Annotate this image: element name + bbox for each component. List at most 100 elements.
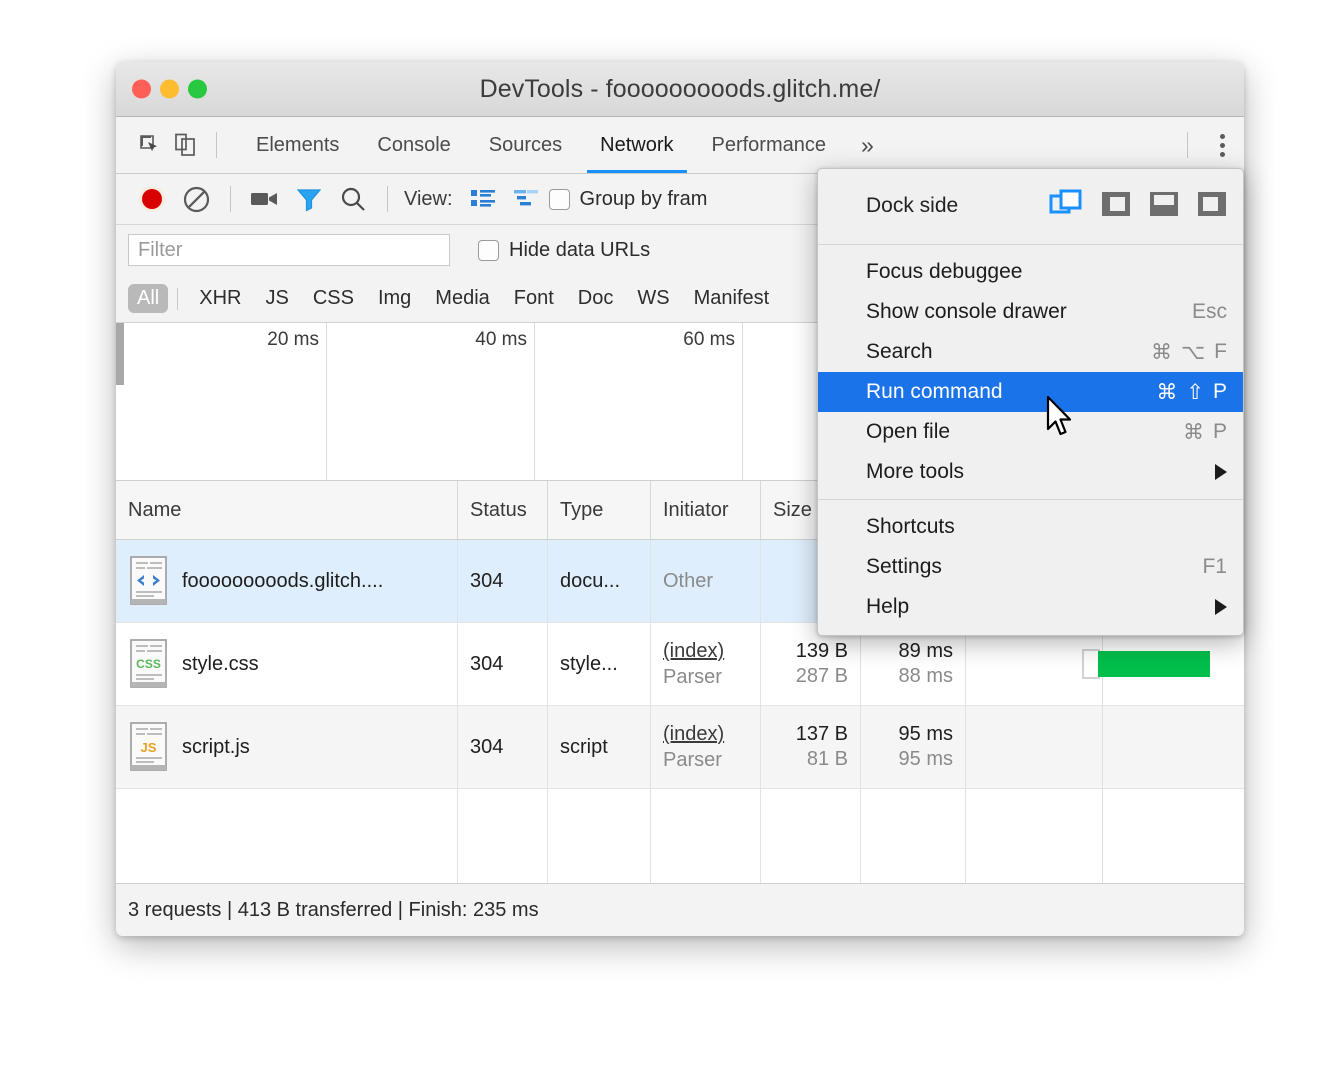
undock-into-separate-window-icon[interactable] (1049, 189, 1083, 224)
overview-tick-label: 40 ms (475, 329, 527, 351)
type-filter-media[interactable]: Media (435, 287, 489, 310)
accel-key: P (1213, 420, 1227, 444)
submenu-arrow-icon (1215, 599, 1227, 615)
submenu-arrow-icon (1215, 464, 1227, 480)
hide-data-urls-checkbox[interactable] (478, 240, 499, 261)
table-row[interactable]: JS script.js 304 script (index) Parser 1… (116, 706, 1244, 789)
overview-tick: 60 ms (534, 323, 743, 480)
time-secondary: 95 ms (899, 747, 953, 772)
filter-icon[interactable] (287, 182, 331, 216)
filter-input[interactable]: Filter (128, 234, 450, 266)
cell-initiator[interactable]: (index) Parser (651, 623, 761, 705)
tab-label: Sources (489, 134, 562, 157)
main-context-menu: Dock side (817, 168, 1244, 636)
record-button-icon[interactable] (130, 182, 174, 216)
window-traffic-lights (132, 80, 207, 99)
close-button[interactable] (132, 80, 151, 99)
device-toolbar-icon[interactable] (168, 128, 204, 162)
overview-tick-label: 20 ms (267, 329, 319, 351)
accel-key: F (1214, 340, 1227, 364)
group-by-frame-checkbox[interactable] (549, 189, 570, 210)
type-filter-js[interactable]: JS (265, 287, 288, 310)
tabstrip-right-group (1175, 117, 1244, 173)
cell-name[interactable]: CSS style.css (116, 623, 458, 705)
menu-item-settings[interactable]: Settings F1 (818, 547, 1243, 587)
menu-divider (818, 244, 1243, 245)
menu-item-label: Open file (866, 420, 1183, 444)
tab-elements[interactable]: Elements (237, 117, 358, 173)
group-by-frame-label: Group by fram (580, 188, 708, 211)
type-filter-css[interactable]: CSS (313, 287, 354, 310)
clear-button-icon[interactable] (174, 182, 218, 216)
column-header-status[interactable]: Status (458, 481, 548, 539)
camera-icon[interactable] (243, 182, 287, 216)
toolbar-divider (216, 132, 217, 158)
menu-item-help[interactable]: Help (818, 587, 1243, 627)
table-empty-area (116, 789, 1244, 885)
dock-side-options (1049, 189, 1227, 224)
dock-side-row: Dock side (818, 175, 1243, 237)
dock-to-bottom-icon[interactable] (1149, 191, 1179, 222)
menu-item-more-tools[interactable]: More tools (818, 452, 1243, 492)
size-primary: 139 B (796, 639, 848, 664)
menu-item-show-console-drawer[interactable]: Show console drawer Esc (818, 292, 1243, 332)
type-filter-xhr[interactable]: XHR (199, 287, 241, 310)
devtools-tabstrip: Elements Console Sources Network Perform… (116, 117, 1244, 174)
menu-item-shortcuts[interactable]: Shortcuts (818, 507, 1243, 547)
search-icon[interactable] (331, 182, 375, 216)
cell-initiator[interactable]: (index) Parser (651, 706, 761, 788)
tab-label: Network (600, 134, 673, 157)
type-filter-ws[interactable]: WS (637, 287, 669, 310)
cell-type: script (548, 706, 651, 788)
tab-sources[interactable]: Sources (470, 117, 581, 173)
filter-divider (177, 288, 178, 310)
menu-item-label: Shortcuts (866, 515, 1227, 539)
menu-item-accelerator: ⌘ ⌥ F (1151, 340, 1227, 365)
cell-name[interactable]: JS script.js (116, 706, 458, 788)
cell-name[interactable]: fooooooooods.glitch.... (116, 540, 458, 622)
type-filter-doc[interactable]: Doc (578, 287, 614, 310)
menu-item-label: Focus debuggee (866, 260, 1227, 284)
css-file-icon: CSS (128, 638, 170, 690)
initiator-primary[interactable]: (index) (663, 721, 724, 747)
more-tabs-icon[interactable]: » (845, 117, 890, 173)
tab-label: Performance (712, 134, 827, 157)
toolbar-divider (1187, 132, 1188, 158)
status-bar-summary: 3 requests | 413 B transferred | Finish:… (128, 899, 539, 922)
cell-initiator: Other (651, 540, 761, 622)
initiator-primary[interactable]: (index) (663, 638, 724, 664)
type-filter-img[interactable]: Img (378, 287, 411, 310)
menu-item-focus-debuggee[interactable]: Focus debuggee (818, 252, 1243, 292)
window-title: DevTools - fooooooooods.glitch.me/ (116, 75, 1244, 104)
overview-tick: 20 ms (124, 323, 327, 480)
menu-item-run-command[interactable]: Run command ⌘ ⇧ P (818, 372, 1243, 412)
type-filter-all[interactable]: All (128, 284, 168, 313)
accel-key: Esc (1192, 300, 1227, 324)
document-file-icon (128, 555, 170, 607)
window-titlebar: DevTools - fooooooooods.glitch.me/ (116, 62, 1244, 117)
inspect-element-icon[interactable] (132, 128, 168, 162)
column-header-name[interactable]: Name (116, 481, 458, 539)
request-name: style.css (182, 653, 259, 676)
minimize-button[interactable] (160, 80, 179, 99)
zoom-button[interactable] (188, 80, 207, 99)
overview-tick: 40 ms (326, 323, 535, 480)
dock-to-left-icon[interactable] (1101, 191, 1131, 222)
type-filter-font[interactable]: Font (514, 287, 554, 310)
list-view-icon[interactable] (461, 182, 505, 216)
cell-type: docu... (548, 540, 651, 622)
svg-text:JS: JS (141, 740, 157, 755)
column-header-initiator[interactable]: Initiator (651, 481, 761, 539)
tab-performance[interactable]: Performance (693, 117, 846, 173)
waterfall-view-icon[interactable] (505, 182, 549, 216)
menu-item-open-file[interactable]: Open file ⌘ P (818, 412, 1243, 452)
tab-network[interactable]: Network (581, 117, 692, 173)
dock-to-right-icon[interactable] (1197, 191, 1227, 222)
accel-key: ⌘ (1183, 420, 1204, 445)
main-menu-icon[interactable] (1200, 117, 1244, 173)
type-filter-manifest[interactable]: Manifest (694, 287, 770, 310)
column-header-type[interactable]: Type (548, 481, 651, 539)
initiator-secondary: Parser (663, 664, 722, 690)
menu-item-search[interactable]: Search ⌘ ⌥ F (818, 332, 1243, 372)
tab-console[interactable]: Console (358, 117, 469, 173)
